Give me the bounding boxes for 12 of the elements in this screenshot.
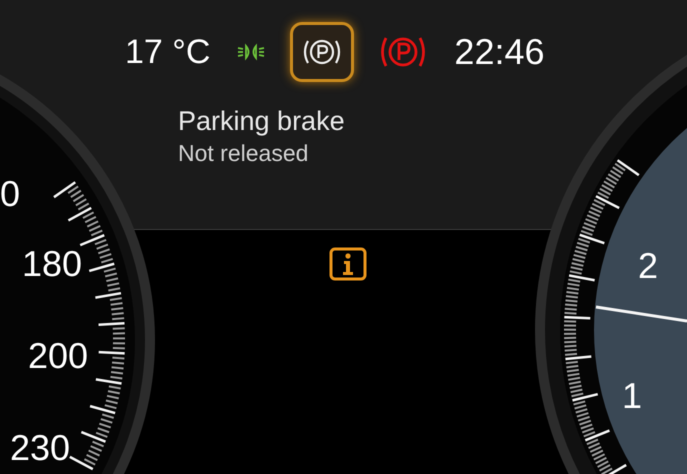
info-icon [329, 247, 367, 281]
rpm-label: 1 [622, 378, 642, 414]
speed-label: 180 [22, 246, 82, 282]
speed-label: 230 [10, 430, 70, 466]
message-title: Parking brake [178, 105, 345, 138]
message-subtitle: Not released [178, 139, 310, 168]
clock-time: 22:46 [454, 34, 545, 70]
speed-label: 200 [28, 338, 88, 374]
speed-label: 0 [0, 176, 20, 212]
rpm-label: 2 [638, 248, 658, 284]
temperature-reading: 17 °C [125, 35, 210, 69]
headlight-icon [236, 43, 266, 61]
